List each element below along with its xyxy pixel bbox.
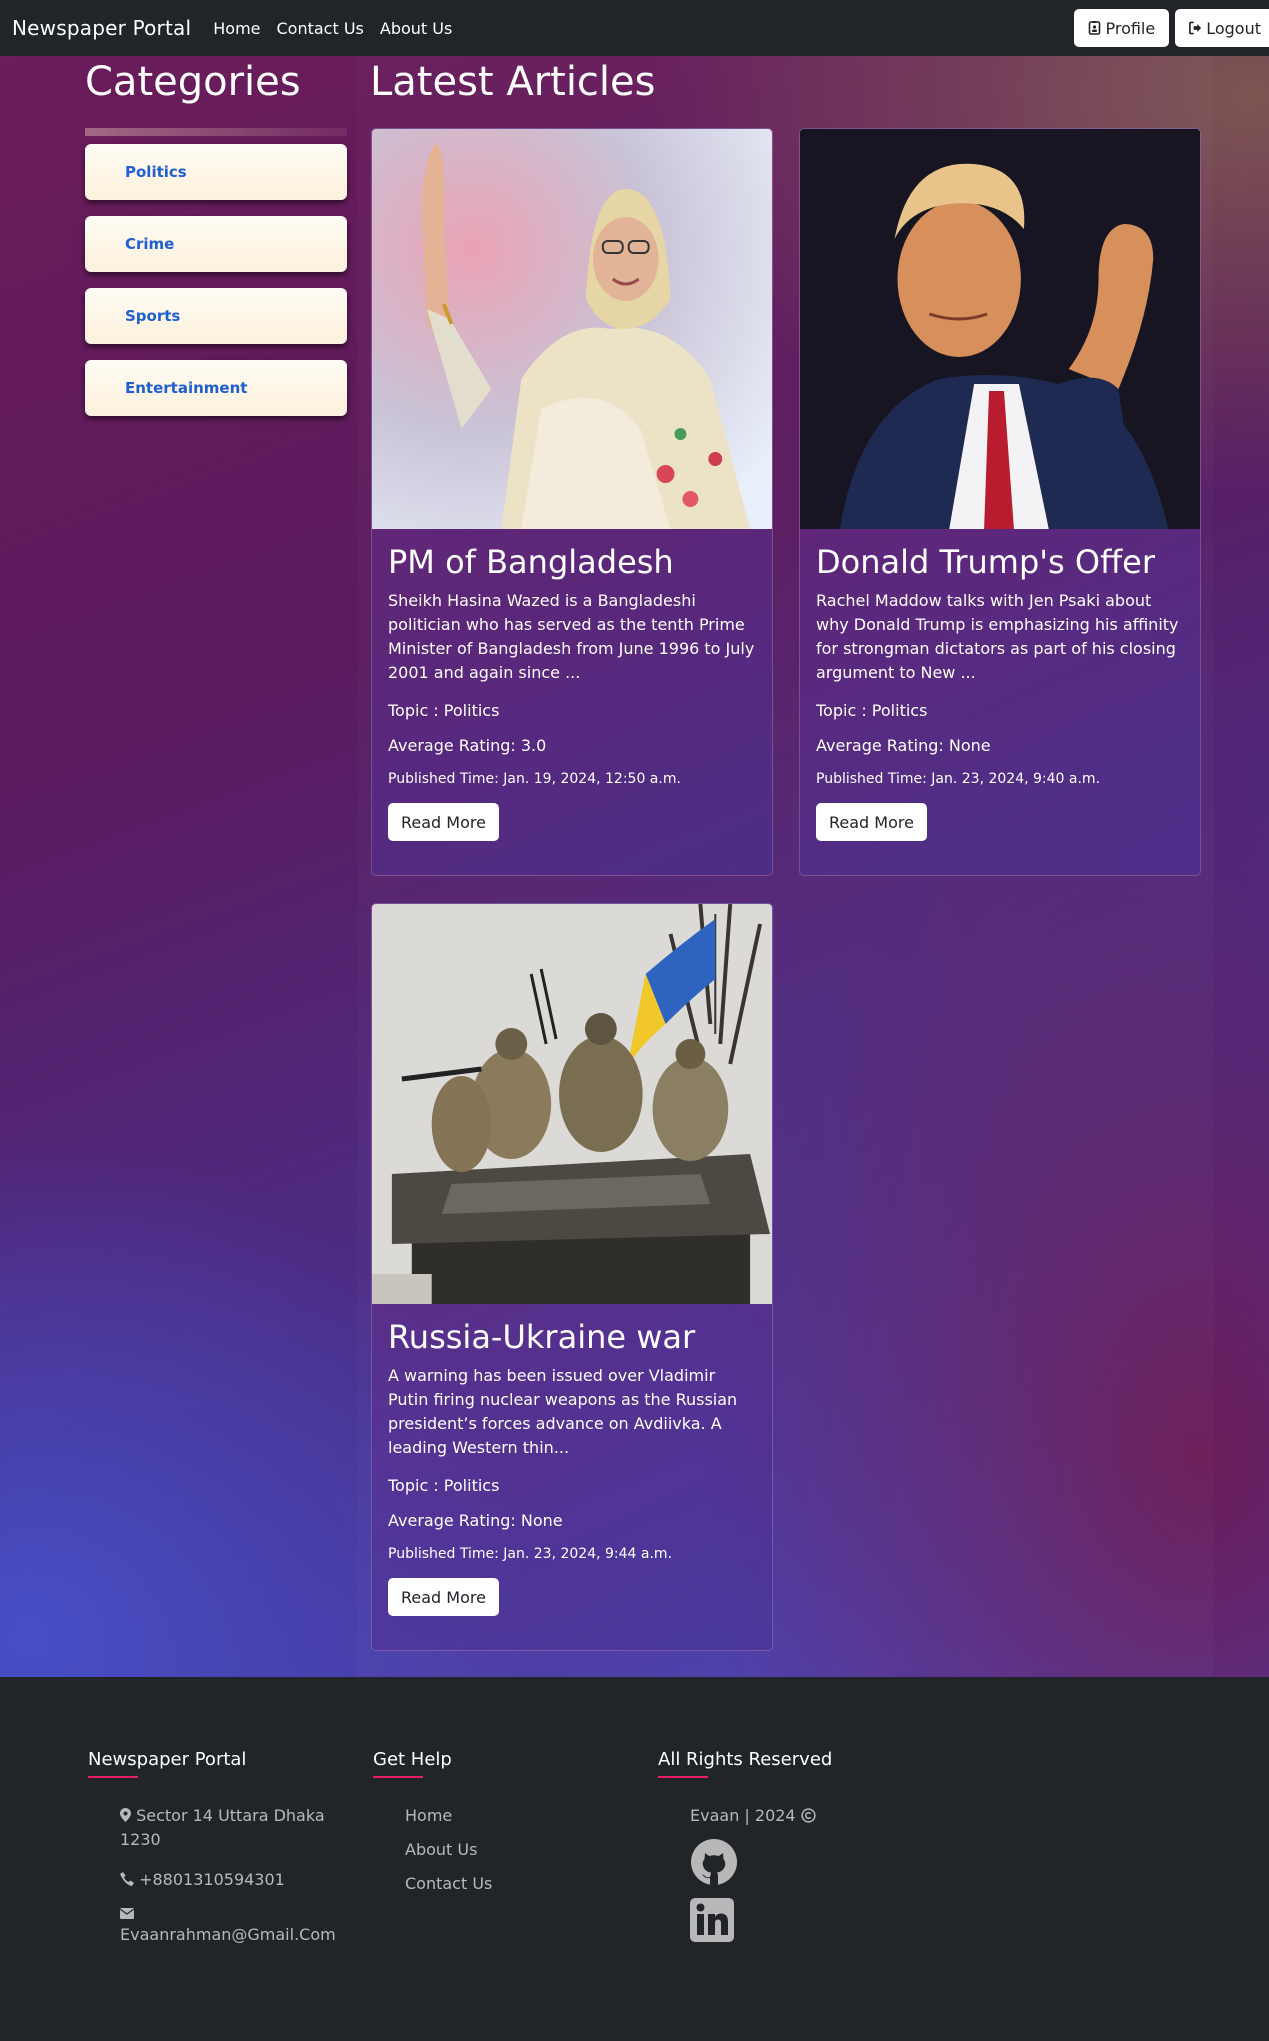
read-more-button[interactable]: Read More [388,803,499,841]
read-more-button[interactable]: Read More [388,1578,499,1616]
article-topic: Topic : Politics [816,701,928,720]
article-topic: Topic : Politics [388,701,500,720]
article-image [372,129,772,529]
footer-heading: All Rights Reserved [658,1749,918,1778]
footer-email: Evaanrahman@Gmail.Com [120,1908,348,1947]
article-summary: Rachel Maddow talks with Jen Psaki about… [816,591,1179,682]
profile-button-label: Profile [1105,18,1156,38]
footer-address-text: Sector 14 Uttara Dhaka 1230 [120,1806,325,1849]
category-sports[interactable]: Sports [85,288,347,344]
logout-button-label: Logout [1206,18,1261,38]
github-icon[interactable] [690,1838,738,1886]
footer-link-about[interactable]: About Us [405,1838,573,1862]
footer-col-help: Get Help Home About Us Contact Us [373,1749,573,1906]
nav-link-about[interactable]: About Us [380,19,452,38]
footer-copyright-text: Evaan | 2024 [690,1806,796,1825]
map-marker-icon [120,1808,131,1822]
footer-email-text[interactable]: Evaanrahman@Gmail.Com [120,1925,336,1944]
copyright-icon [801,1808,816,1823]
navbar-actions: Profile Logout [1074,9,1269,47]
article-rating: Average Rating: None [816,736,991,755]
footer: Newspaper Portal Sector 14 Uttara Dhaka … [0,1677,1269,2041]
footer-link-contact[interactable]: Contact Us [405,1872,573,1896]
linkedin-icon[interactable] [690,1898,734,1942]
article-title: PM of Bangladesh [388,543,674,581]
article-published-time: Published Time: Jan. 23, 2024, 9:44 a.m. [388,1546,673,1562]
sign-out-icon [1189,21,1202,35]
category-entertainment[interactable]: Entertainment [85,360,347,416]
footer-phone-text: +8801310594301 [139,1870,285,1889]
main-section: Categories Latest Articles Politics Crim… [0,56,1269,1677]
latest-articles-heading: Latest Articles [370,59,656,105]
article-summary: Sheikh Hasina Wazed is a Bangladeshi pol… [388,591,755,682]
article-rating: Average Rating: 3.0 [388,736,547,755]
footer-heading: Newspaper Portal [88,1749,348,1778]
nav-link-contact[interactable]: Contact Us [277,19,364,38]
profile-button[interactable]: Profile [1074,9,1170,47]
article-rating: Average Rating: None [388,1511,563,1530]
article-card: Donald Trump's Offer Rachel Maddow talks… [799,128,1201,876]
navbar-brand[interactable]: Newspaper Portal [12,16,191,40]
article-card: Russia-Ukraine war A warning has been is… [371,903,773,1651]
read-more-button[interactable]: Read More [816,803,927,841]
footer-address: Sector 14 Uttara Dhaka 1230 [120,1804,348,1852]
article-topic: Topic : Politics [388,1476,500,1495]
article-published-time: Published Time: Jan. 23, 2024, 9:40 a.m. [816,771,1101,787]
navbar: Newspaper Portal Home Contact Us About U… [0,0,1269,56]
article-image [800,129,1200,529]
logout-button[interactable]: Logout [1175,9,1269,47]
article-published-time: Published Time: Jan. 19, 2024, 12:50 a.m… [388,771,681,787]
id-badge-icon [1089,21,1101,35]
categories-heading: Categories [85,59,301,105]
article-summary: A warning has been issued over Vladimir … [388,1366,738,1457]
category-politics[interactable]: Politics [85,144,347,200]
nav-link-home[interactable]: Home [213,19,260,38]
footer-copyright: Evaan | 2024 [690,1804,918,1828]
footer-phone: +8801310594301 [120,1868,348,1892]
footer-link-home[interactable]: Home [405,1804,573,1828]
category-crime[interactable]: Crime [85,216,347,272]
article-title: Russia-Ukraine war [388,1318,696,1356]
footer-col-contact: Newspaper Portal Sector 14 Uttara Dhaka … [88,1749,348,1963]
footer-col-rights: All Rights Reserved Evaan | 2024 [658,1749,918,1954]
phone-icon [120,1872,134,1886]
article-card: PM of Bangladesh Sheikh Hasina Wazed is … [371,128,773,876]
category-list: Politics Crime Sports Entertainment [85,128,347,432]
footer-heading: Get Help [373,1749,573,1778]
article-image [372,904,772,1304]
envelope-icon [120,1908,134,1919]
article-title: Donald Trump's Offer [816,543,1155,581]
